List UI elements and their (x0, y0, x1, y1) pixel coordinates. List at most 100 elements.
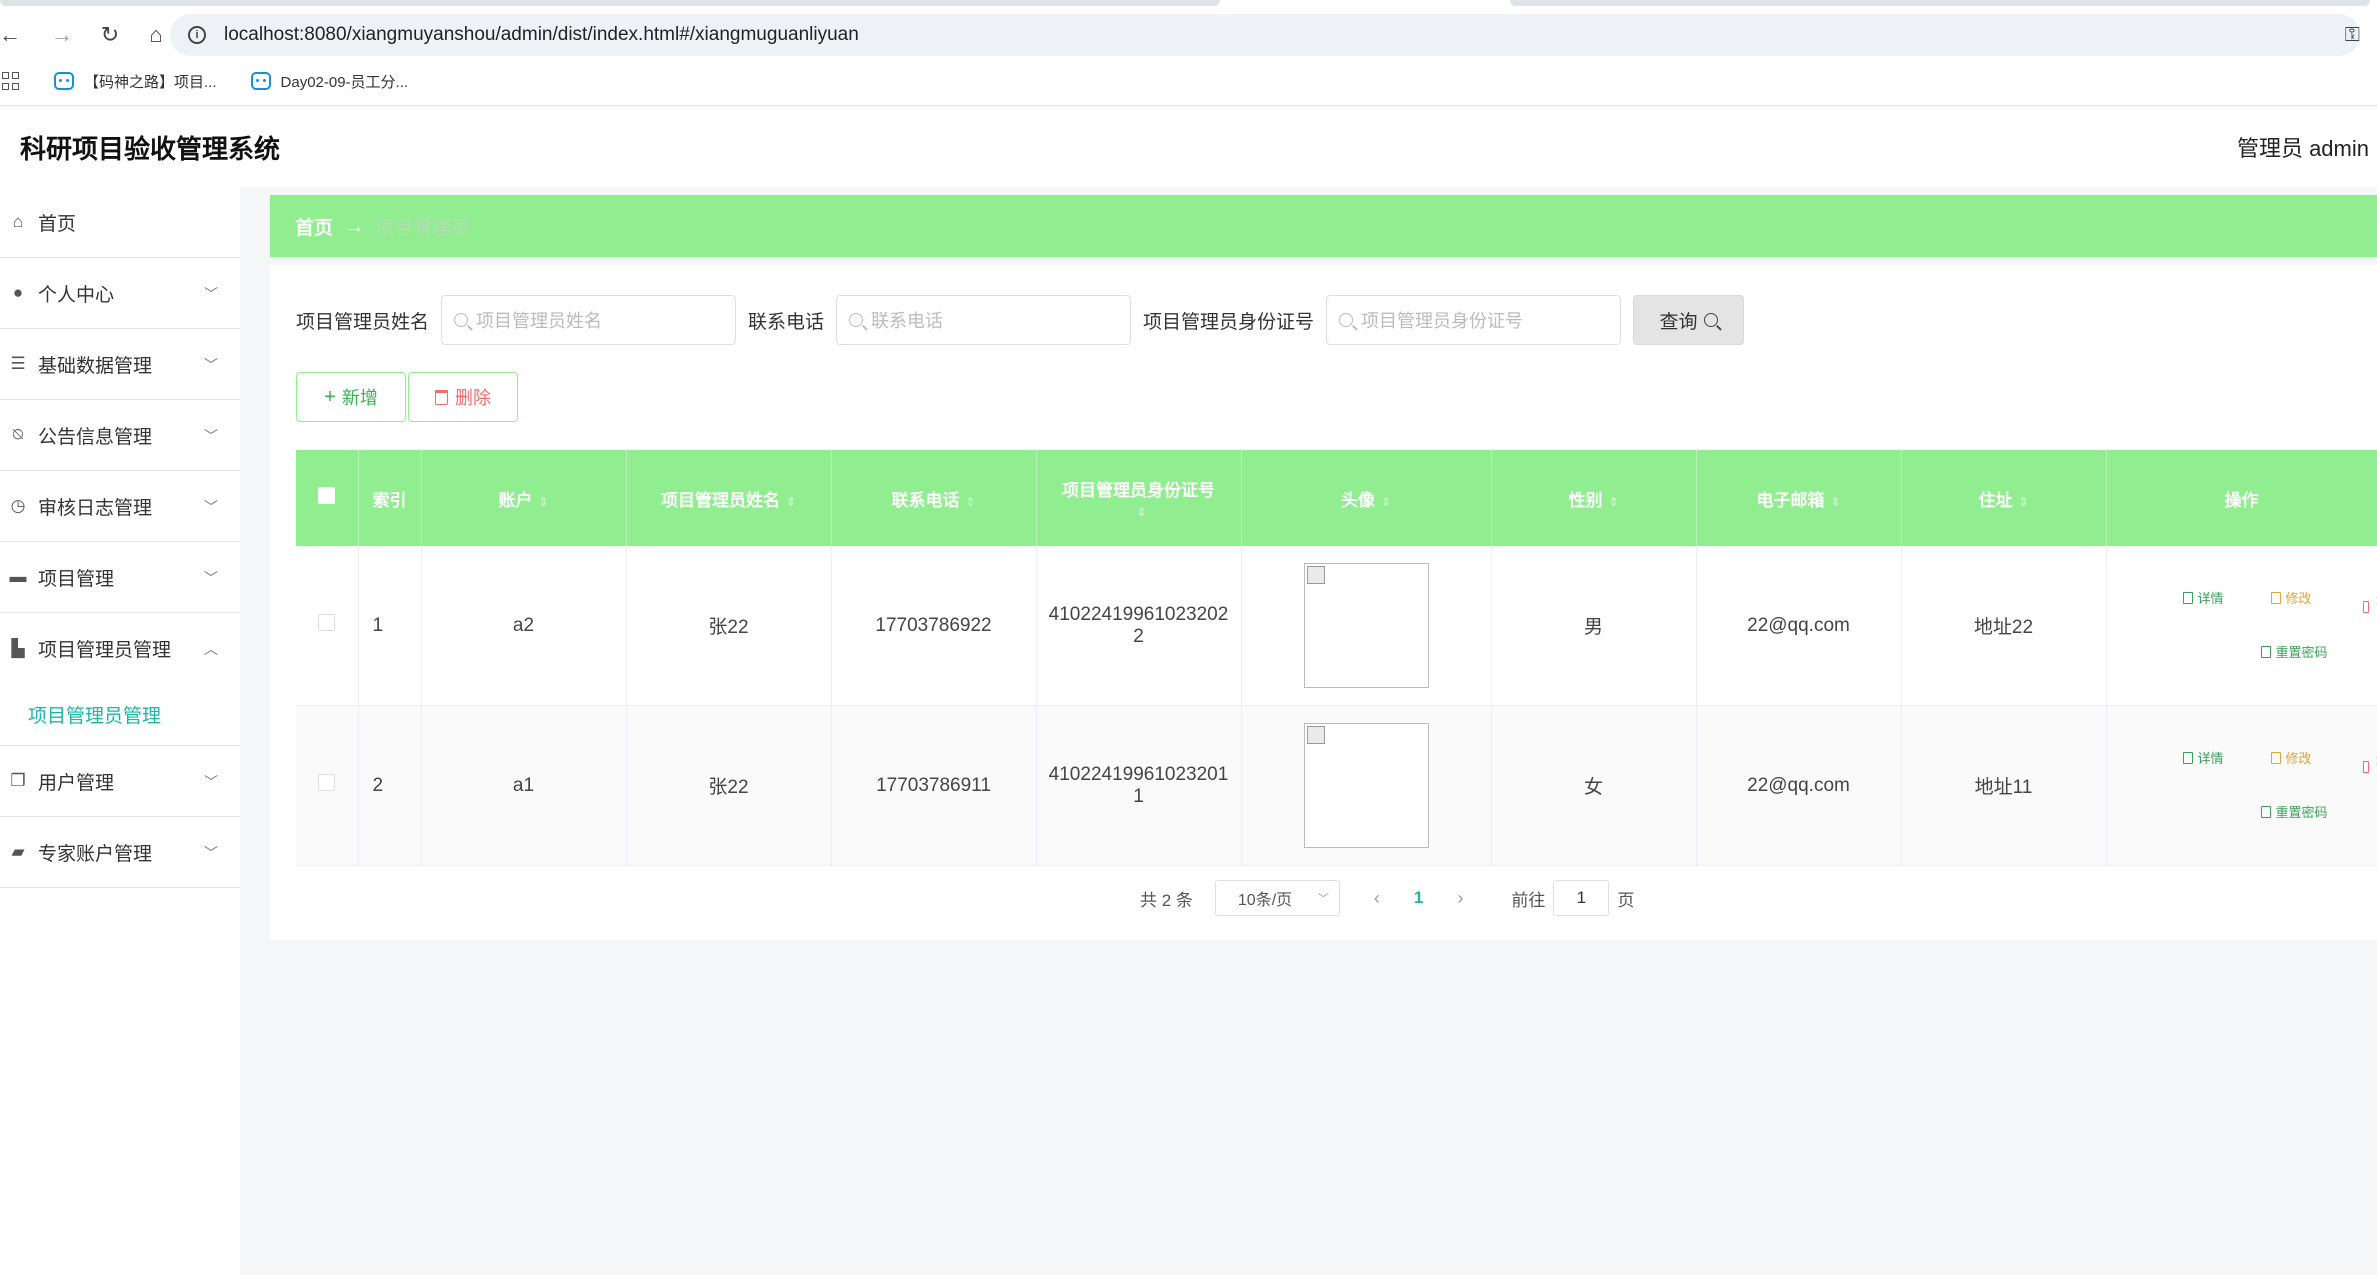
table-header-row: 索引 账户 ⇕ 项目管理员姓名 ⇕ 联系电话 ⇕ 项目管理员身份证号 ⇕ 头像 ⇕ 性别 ⇕… (296, 450, 2377, 546)
cell-id-number: 41022419961023201 1 (1036, 705, 1242, 866)
header-name[interactable]: 项目管理员姓名 ⇕ (626, 450, 832, 546)
reset-password-button[interactable]: 重置密码 (2260, 642, 2328, 661)
back-icon[interactable]: ← (0, 19, 26, 51)
header-index: 索引 (358, 450, 422, 546)
checkbox[interactable] (318, 614, 336, 631)
cell-address: 地址22 (1901, 546, 2107, 706)
detail-button[interactable]: 详情 (2182, 588, 2224, 607)
phone-search-input[interactable]: 联系电话 (836, 295, 1132, 345)
detail-button[interactable]: 详情 (2182, 748, 2224, 767)
bookmark-item[interactable]: 【码神之路】项目... (54, 71, 217, 92)
cell-name: 张22 (626, 546, 832, 706)
table-row: 1 a2 张22 17703786922 41022419961023202 2 … (296, 546, 2377, 706)
delete-button[interactable]: 删除 (408, 372, 518, 422)
sidebar-item-experts[interactable]: ▰ 专家账户管理 ﹀ (0, 817, 240, 888)
row-select[interactable] (296, 546, 359, 706)
user-info[interactable]: 管理员 admin (2237, 131, 2369, 163)
next-page-icon[interactable]: › (1457, 888, 1463, 909)
sort-icon[interactable]: ⇕ (1381, 495, 1391, 509)
id-search-input[interactable]: 项目管理员身份证号 (1326, 295, 1622, 345)
page-number[interactable]: 1 (1414, 888, 1423, 908)
goto-label: 前往 (1511, 890, 1546, 910)
edit-button[interactable]: 修改 (2270, 748, 2312, 767)
header-avatar[interactable]: 头像 ⇕ (1241, 450, 1492, 546)
chevron-down-icon: ﹀ (204, 774, 218, 790)
home-icon: ⌂ (12, 212, 24, 231)
sort-icon[interactable]: ⇕ (538, 495, 548, 509)
sidebar-item-project[interactable]: ▬ 项目管理 ﹀ (0, 542, 240, 613)
cell-phone: 17703786911 (831, 705, 1037, 866)
name-label: 项目管理员姓名 (296, 311, 430, 333)
chevron-up-icon: ︿ (204, 641, 218, 657)
forward-icon[interactable]: → (46, 19, 78, 51)
chevron-down-icon: ﹀ (204, 357, 218, 373)
header-operations: 操作 (2106, 450, 2377, 546)
cell-account: a2 (421, 546, 627, 706)
breadcrumb-arrow-icon: → (343, 213, 366, 238)
stamp-icon: ▙ (11, 638, 25, 658)
sort-icon[interactable]: ⇕ (1136, 505, 1146, 519)
header-account[interactable]: 账户 ⇕ (421, 450, 627, 546)
sort-icon[interactable]: ⇕ (965, 495, 975, 509)
broken-image-icon (1306, 566, 1325, 584)
edit-icon (2270, 591, 2281, 604)
sidebar: ⌂ 首页 ● 个人中心 ﹀ ☰ 基础数据管理 ﹀ ⍉ 公告信息管理 ﹀ ◷ 审核… (0, 187, 240, 1275)
row-delete-button[interactable]: 删除 (2362, 588, 2377, 626)
goto-page-input[interactable]: 1 (1553, 880, 1610, 916)
document-icon (2260, 805, 2271, 818)
key-icon[interactable]: ⚿ (2345, 24, 2360, 47)
cell-avatar (1241, 705, 1492, 866)
name-search-input[interactable]: 项目管理员姓名 (441, 295, 737, 345)
operations-group: 详情 修改 删除 重置密码 (2107, 706, 2377, 865)
header-email[interactable]: 电子邮箱 ⇕ (1696, 450, 1902, 546)
sort-icon[interactable]: ⇕ (786, 495, 796, 509)
bilibili-icon (250, 72, 271, 90)
site-info-icon[interactable]: i (188, 26, 206, 44)
plus-icon: + (324, 385, 336, 408)
app-header: 科研项目验收管理系统 管理员 admin (0, 107, 2377, 187)
apps-grid-icon[interactable] (2, 72, 20, 90)
sidebar-item-project-admin[interactable]: ▙ 项目管理员管理 ︿ (0, 613, 240, 684)
chevron-down-icon: ﹀ (204, 845, 218, 861)
row-delete-button[interactable]: 删除 (2362, 748, 2377, 786)
edit-button[interactable]: 修改 (2270, 588, 2312, 607)
query-button[interactable]: 查询 (1633, 295, 1745, 345)
reset-password-button[interactable]: 重置密码 (2260, 802, 2328, 821)
checkbox[interactable] (318, 487, 336, 504)
search-icon (1703, 313, 1718, 327)
breadcrumb-current: 项目管理员 (375, 217, 471, 239)
sidebar-item-profile[interactable]: ● 个人中心 ﹀ (0, 258, 240, 329)
header-select-all[interactable] (296, 450, 359, 546)
sidebar-item-base-data[interactable]: ☰ 基础数据管理 ﹀ (0, 329, 240, 400)
row-select[interactable] (296, 705, 359, 866)
cell-email: 22@qq.com (1696, 705, 1902, 866)
reload-icon[interactable]: ↻ (94, 19, 126, 51)
page-size-select[interactable]: 10条/页 ﹀ (1214, 880, 1340, 916)
sort-icon[interactable]: ⇕ (1608, 495, 1618, 509)
home-nav-icon[interactable]: ⌂ (140, 19, 172, 51)
url-text[interactable]: localhost:8080/xiangmuyanshou/admin/dist… (224, 24, 859, 46)
header-address[interactable]: 住址 ⇕ (1901, 450, 2107, 546)
header-gender[interactable]: 性别 ⇕ (1491, 450, 1697, 546)
checkbox[interactable] (318, 774, 336, 791)
sidebar-item-users[interactable]: ❐ 用户管理 ﹀ (0, 746, 240, 817)
header-phone[interactable]: 联系电话 ⇕ (831, 450, 1037, 546)
avatar (1303, 563, 1429, 688)
data-table: 索引 账户 ⇕ 项目管理员姓名 ⇕ 联系电话 ⇕ 项目管理员身份证号 ⇕ 头像 ⇕ 性别 ⇕… (296, 450, 2377, 866)
add-button[interactable]: + 新增 (296, 372, 406, 422)
sort-icon[interactable]: ⇕ (1830, 495, 1840, 509)
submenu-project-admin[interactable]: 项目管理员管理 (0, 684, 240, 746)
prev-page-icon[interactable]: ‹ (1374, 888, 1380, 909)
sidebar-item-notice[interactable]: ⍉ 公告信息管理 ﹀ (0, 400, 240, 471)
header-id-number[interactable]: 项目管理员身份证号 ⇕ (1036, 450, 1242, 546)
broken-image-icon (1306, 726, 1325, 744)
breadcrumb-home[interactable]: 首页 (295, 213, 333, 240)
tab-background (0, 0, 1220, 6)
page-suffix: 页 (1617, 890, 1635, 910)
sidebar-item-audit-log[interactable]: ◷ 审核日志管理 ﹀ (0, 471, 240, 542)
bookmark-item[interactable]: Day02-09-员工分... (250, 71, 408, 92)
sort-icon[interactable]: ⇕ (2018, 495, 2028, 509)
sidebar-item-home[interactable]: ⌂ 首页 (0, 187, 240, 258)
search-icon (454, 313, 469, 327)
address-bar[interactable]: i localhost:8080/xiangmuyanshou/admin/di… (170, 14, 2360, 56)
